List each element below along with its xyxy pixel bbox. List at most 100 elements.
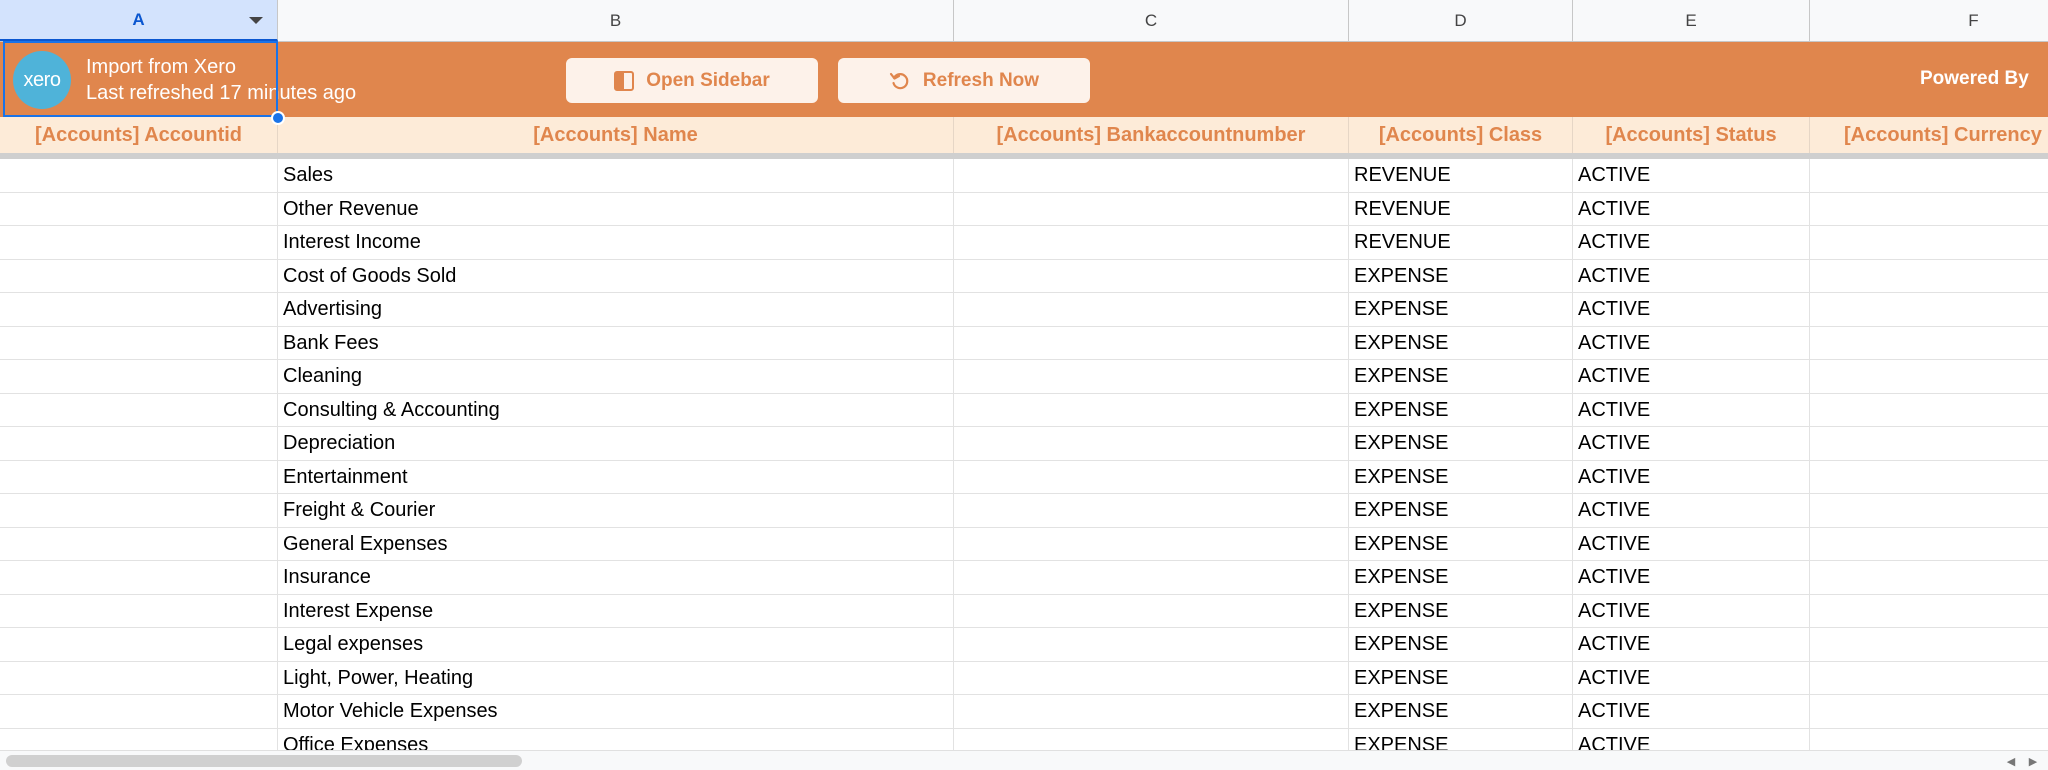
- cell-name[interactable]: Consulting & Accounting: [278, 393, 954, 427]
- cell-accountid[interactable]: [0, 226, 278, 259]
- scroll-right-icon[interactable]: ▶: [2024, 755, 2042, 768]
- cell-class[interactable]: EXPENSE: [1349, 494, 1573, 527]
- cell-bankaccountnumber[interactable]: [954, 494, 1349, 527]
- cell-accountid[interactable]: [0, 159, 278, 192]
- column-header-c[interactable]: C: [954, 0, 1349, 41]
- cell-class[interactable]: EXPENSE: [1349, 393, 1573, 427]
- cell-status[interactable]: ACTIVE: [1573, 695, 1810, 728]
- cell-currency[interactable]: [1810, 327, 2048, 360]
- cell-class[interactable]: EXPENSE: [1349, 326, 1573, 360]
- cell-name[interactable]: Cleaning: [278, 360, 954, 393]
- cell-name[interactable]: Freight & Courier: [278, 494, 954, 527]
- cell-currency[interactable]: [1810, 528, 2048, 561]
- cell-status[interactable]: ACTIVE: [1573, 494, 1810, 527]
- cell-status[interactable]: ACTIVE: [1573, 661, 1810, 695]
- cell-accountid[interactable]: [0, 594, 278, 628]
- cell-accountid[interactable]: [0, 427, 278, 460]
- cell-class[interactable]: EXPENSE: [1349, 661, 1573, 695]
- cell-accountid[interactable]: [0, 695, 278, 728]
- cell-currency[interactable]: [1810, 461, 2048, 494]
- cell-name[interactable]: Legal expenses: [278, 628, 954, 661]
- field-header-currency[interactable]: [Accounts] Currency: [1810, 117, 2048, 153]
- open-sidebar-button[interactable]: Open Sidebar: [566, 58, 818, 103]
- cell-accountid[interactable]: [0, 393, 278, 427]
- cell-currency[interactable]: [1810, 293, 2048, 326]
- cell-class[interactable]: EXPENSE: [1349, 527, 1573, 561]
- cell-name[interactable]: Light, Power, Heating: [278, 661, 954, 695]
- cell-accountid[interactable]: [0, 460, 278, 494]
- cell-bankaccountnumber[interactable]: [954, 695, 1349, 728]
- cell-class[interactable]: EXPENSE: [1349, 628, 1573, 661]
- cell-accountid[interactable]: [0, 527, 278, 561]
- cell-status[interactable]: ACTIVE: [1573, 527, 1810, 561]
- cell-name[interactable]: Entertainment: [278, 460, 954, 494]
- cell-accountid[interactable]: [0, 360, 278, 393]
- cell-currency[interactable]: [1810, 561, 2048, 594]
- cell-class[interactable]: REVENUE: [1349, 192, 1573, 226]
- cell-currency[interactable]: [1810, 695, 2048, 728]
- cell-status[interactable]: ACTIVE: [1573, 293, 1810, 326]
- cell-status[interactable]: ACTIVE: [1573, 628, 1810, 661]
- cell-status[interactable]: ACTIVE: [1573, 594, 1810, 628]
- cell-name[interactable]: Insurance: [278, 561, 954, 594]
- cell-bankaccountnumber[interactable]: [954, 393, 1349, 427]
- cell-bankaccountnumber[interactable]: [954, 326, 1349, 360]
- field-header-name[interactable]: [Accounts] Name: [278, 117, 954, 153]
- column-header-a[interactable]: A: [0, 0, 278, 41]
- cell-class[interactable]: EXPENSE: [1349, 427, 1573, 460]
- cell-accountid[interactable]: [0, 494, 278, 527]
- cell-bankaccountnumber[interactable]: [954, 527, 1349, 561]
- cell-name[interactable]: Depreciation: [278, 427, 954, 460]
- cell-name[interactable]: Interest Income: [278, 226, 954, 259]
- cell-class[interactable]: EXPENSE: [1349, 259, 1573, 293]
- field-header-bankaccountnumber[interactable]: [Accounts] Bankaccountnumber: [954, 117, 1349, 153]
- scrollbar-thumb[interactable]: [6, 755, 522, 767]
- cell-class[interactable]: EXPENSE: [1349, 460, 1573, 494]
- cell-accountid[interactable]: [0, 259, 278, 293]
- cell-status[interactable]: ACTIVE: [1573, 159, 1810, 192]
- cell-class[interactable]: EXPENSE: [1349, 594, 1573, 628]
- cell-name[interactable]: Interest Expense: [278, 594, 954, 628]
- cell-accountid[interactable]: [0, 293, 278, 326]
- cell-bankaccountnumber[interactable]: [954, 192, 1349, 226]
- cell-name[interactable]: Other Revenue: [278, 192, 954, 226]
- cell-accountid[interactable]: [0, 561, 278, 594]
- cell-bankaccountnumber[interactable]: [954, 293, 1349, 326]
- cell-accountid[interactable]: [0, 192, 278, 226]
- cell-accountid[interactable]: [0, 628, 278, 661]
- fill-handle[interactable]: [271, 111, 285, 125]
- cell-bankaccountnumber[interactable]: [954, 159, 1349, 192]
- cell-bankaccountnumber[interactable]: [954, 594, 1349, 628]
- cell-status[interactable]: ACTIVE: [1573, 360, 1810, 393]
- cell-name[interactable]: Bank Fees: [278, 326, 954, 360]
- cell-class[interactable]: EXPENSE: [1349, 561, 1573, 594]
- cell-currency[interactable]: [1810, 427, 2048, 460]
- cell-currency[interactable]: [1810, 260, 2048, 293]
- cell-status[interactable]: ACTIVE: [1573, 561, 1810, 594]
- column-header-d[interactable]: D: [1349, 0, 1573, 41]
- cell-bankaccountnumber[interactable]: [954, 427, 1349, 460]
- cell-currency[interactable]: [1810, 662, 2048, 695]
- field-header-class[interactable]: [Accounts] Class: [1349, 117, 1573, 153]
- cell-currency[interactable]: [1810, 360, 2048, 393]
- cell-bankaccountnumber[interactable]: [954, 561, 1349, 594]
- cell-name[interactable]: Sales: [278, 159, 954, 192]
- cell-status[interactable]: ACTIVE: [1573, 192, 1810, 226]
- cell-class[interactable]: REVENUE: [1349, 226, 1573, 259]
- column-header-f[interactable]: F: [1810, 0, 2048, 41]
- refresh-now-button[interactable]: Refresh Now: [838, 58, 1090, 103]
- cell-class[interactable]: EXPENSE: [1349, 695, 1573, 728]
- cell-bankaccountnumber[interactable]: [954, 661, 1349, 695]
- cell-currency[interactable]: [1810, 226, 2048, 259]
- cell-class[interactable]: EXPENSE: [1349, 360, 1573, 393]
- scroll-left-icon[interactable]: ◀: [2002, 755, 2020, 768]
- cell-currency[interactable]: [1810, 494, 2048, 527]
- cell-status[interactable]: ACTIVE: [1573, 226, 1810, 259]
- cell-bankaccountnumber[interactable]: [954, 628, 1349, 661]
- column-header-b[interactable]: B: [278, 0, 954, 41]
- cell-bankaccountnumber[interactable]: [954, 259, 1349, 293]
- column-header-e[interactable]: E: [1573, 0, 1810, 41]
- cell-name[interactable]: Motor Vehicle Expenses: [278, 695, 954, 728]
- cell-status[interactable]: ACTIVE: [1573, 326, 1810, 360]
- cell-name[interactable]: Cost of Goods Sold: [278, 259, 954, 293]
